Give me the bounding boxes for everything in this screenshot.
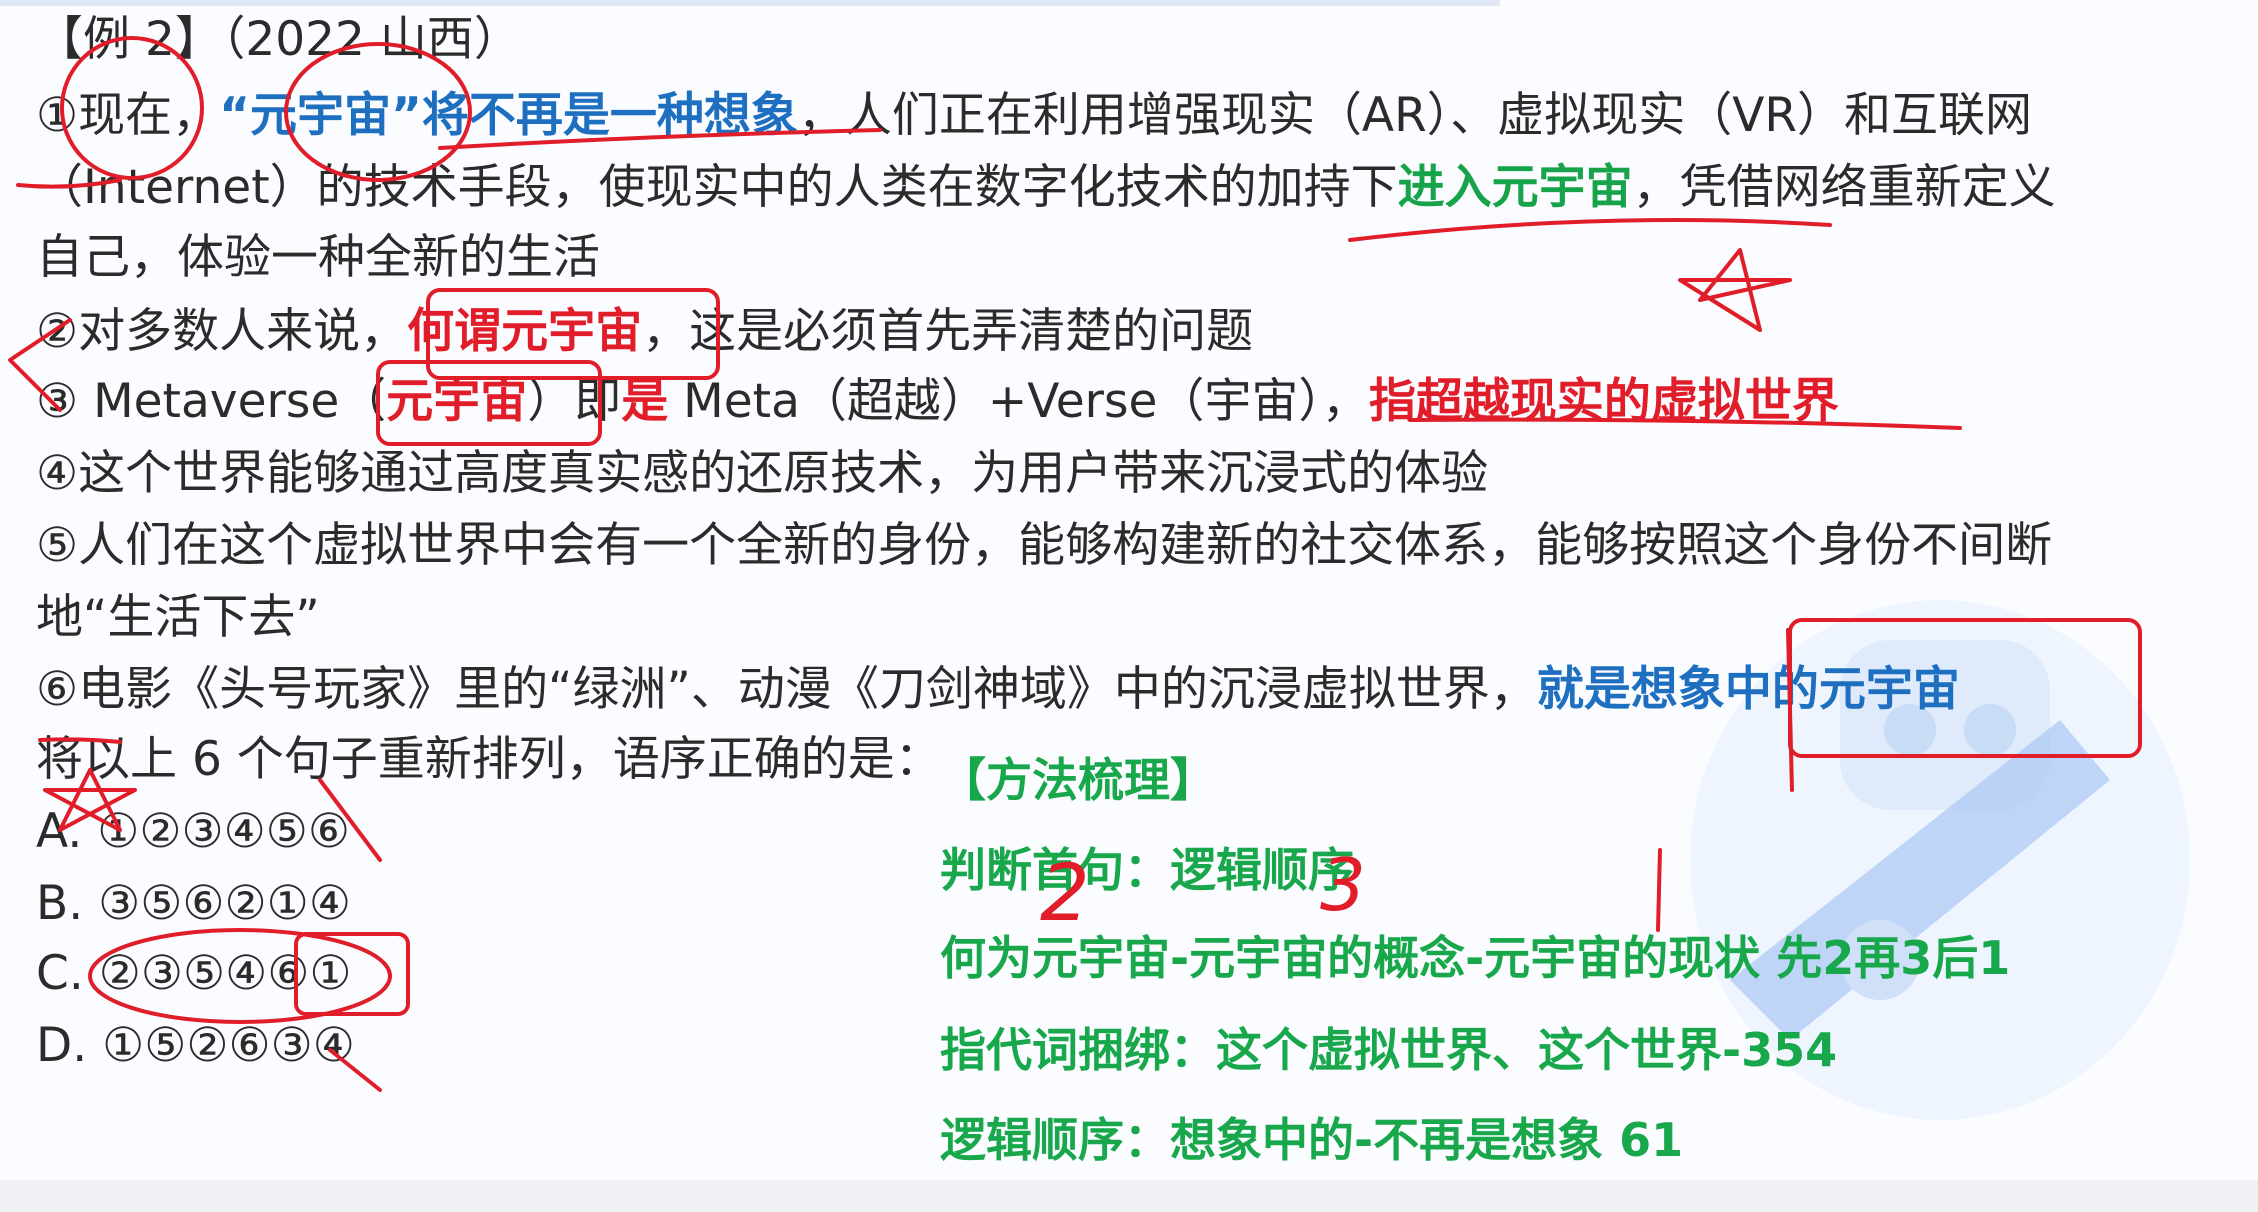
- method-line-1: 判断首句：逻辑顺序: [940, 843, 1354, 897]
- sentence-2: ②对多数人来说，何谓元宇宙，这是必须首先弄清楚的问题: [36, 302, 1253, 362]
- sentence-6: ⑥电影《头号玩家》里的“绿洲”、动漫《刀剑神域》中的沉浸虚拟世界，就是想象中的元…: [36, 660, 1960, 720]
- sentence-5-number: ⑤: [36, 518, 79, 573]
- star-mark-1: [1678, 248, 1792, 332]
- sentence-6-number: ⑥: [36, 662, 79, 717]
- sentence-1-text-2: （Internet）的技术手段，使现实中的人类在数字化技术的加持下: [36, 160, 1398, 215]
- option-d-label: D.: [36, 1018, 88, 1073]
- option-a[interactable]: A. ①②③④⑤⑥: [36, 802, 350, 862]
- example-source: （2022 山西）: [221, 12, 521, 67]
- example-label: 【例 2】: [36, 12, 222, 67]
- sentence-2-number: ②: [36, 304, 79, 359]
- sentence-6-text: 电影《头号玩家》里的“绿洲”、动漫《刀剑神域》中的沉浸虚拟世界，: [78, 662, 1537, 717]
- option-d-text: ①⑤②⑥③④: [102, 1018, 355, 1073]
- option-d[interactable]: D. ①⑤②⑥③④: [36, 1016, 355, 1076]
- sentence-1-text: 现在，: [78, 88, 220, 143]
- sentence-4-number: ④: [36, 446, 79, 501]
- sentence-1-line-1: ①现在，“元宇宙”将不再是一种想象，人们正在利用增强现实（AR）、虚拟现实（VR…: [36, 86, 2032, 146]
- option-c-label: C.: [36, 946, 84, 1001]
- sentence-1-text-3: ，凭借网络重新定义: [1632, 160, 2056, 215]
- sentence-3-highlight-1: 元宇宙: [386, 374, 528, 429]
- sentence-3-text-3: Meta（超越）+Verse（宇宙），: [668, 374, 1369, 429]
- sentence-2-highlight-red: 何谓元宇宙: [407, 304, 643, 359]
- method-line-4: 逻辑顺序：想象中的-不再是想象 61: [940, 1113, 1684, 1167]
- sentence-5-line-2: 地“生活下去”: [36, 588, 320, 648]
- method-line-3: 指代词捆绑：这个虚拟世界、这个世界-354: [940, 1023, 1838, 1077]
- sentence-4: ④这个世界能够通过高度真实感的还原技术，为用户带来沉浸式的体验: [36, 444, 1488, 504]
- sentence-3-text-2: ）即: [527, 374, 622, 429]
- top-progress-strip: [0, 0, 1500, 6]
- method-title: 【方法梳理】: [940, 753, 1216, 807]
- sentence-5-text: 人们在这个虚拟世界中会有一个全新的身份，能够构建新的社交体系，能够按照这个身份不…: [78, 518, 2053, 573]
- sentence-3-number: ③: [36, 374, 79, 429]
- question-prompt: 将以上 6 个句子重新排列，语序正确的是：: [36, 730, 942, 790]
- sentence-1-highlight-green: 进入元宇宙: [1397, 160, 1633, 215]
- method-line-2: 何为元宇宙-元宇宙的概念-元宇宙的现状 先2再3后1: [940, 931, 2011, 985]
- sentence-2-text: 对多数人来说，: [78, 304, 408, 359]
- sentence-1-number: ①: [36, 88, 79, 143]
- sentence-1-line-3: 自己，体验一种全新的生活: [36, 228, 600, 288]
- sentence-1-text-cont: ，人们正在利用增强现实（AR）、虚拟现实（VR）和互联网: [797, 88, 2033, 143]
- option-a-text: ①②③④⑤⑥: [97, 804, 351, 859]
- sentence-1-highlight-blue: “元宇宙”将不再是一种想象: [219, 88, 798, 143]
- sentence-1-line-2: （Internet）的技术手段，使现实中的人类在数字化技术的加持下进入元宇宙，凭…: [36, 158, 2056, 218]
- sentence-5-line-1: ⑤人们在这个虚拟世界中会有一个全新的身份，能够构建新的社交体系，能够按照这个身份…: [36, 516, 2052, 576]
- sentence-6-highlight-blue: 就是想象中的元宇宙: [1536, 662, 1960, 717]
- sentence-5-text-2: 地“生活下去”: [36, 590, 320, 645]
- option-b-label: B.: [36, 876, 84, 931]
- option-c-text: ②③⑤④⑥①: [98, 946, 352, 1001]
- option-c[interactable]: C. ②③⑤④⑥①: [36, 944, 352, 1004]
- sentence-3: ③ Metaverse（元宇宙）即是 Meta（超越）+Verse（宇宙），指超…: [36, 372, 1839, 432]
- bottom-strip: [0, 1180, 2258, 1212]
- option-b[interactable]: B. ③⑤⑥②①④: [36, 874, 351, 934]
- sentence-3-text: Metaverse（: [78, 374, 387, 429]
- option-a-label: A.: [36, 804, 83, 859]
- example-header: 【例 2】（2022 山西）: [36, 10, 521, 70]
- sentence-3-highlight-2: 是: [621, 374, 669, 429]
- sentence-2-text-2: ，这是必须首先弄清楚的问题: [642, 304, 1254, 359]
- underline-mark-3: [1348, 218, 1832, 242]
- sentence-1-text-4: 自己，体验一种全新的生活: [36, 230, 600, 285]
- sentence-4-text: 这个世界能够通过高度真实感的还原技术，为用户带来沉浸式的体验: [78, 446, 1489, 501]
- question-text: 将以上 6 个句子重新排列，语序正确的是：: [36, 732, 942, 787]
- sentence-3-highlight-3: 指超越现实的虚拟世界: [1368, 374, 1839, 429]
- option-b-text: ③⑤⑥②①④: [98, 876, 351, 931]
